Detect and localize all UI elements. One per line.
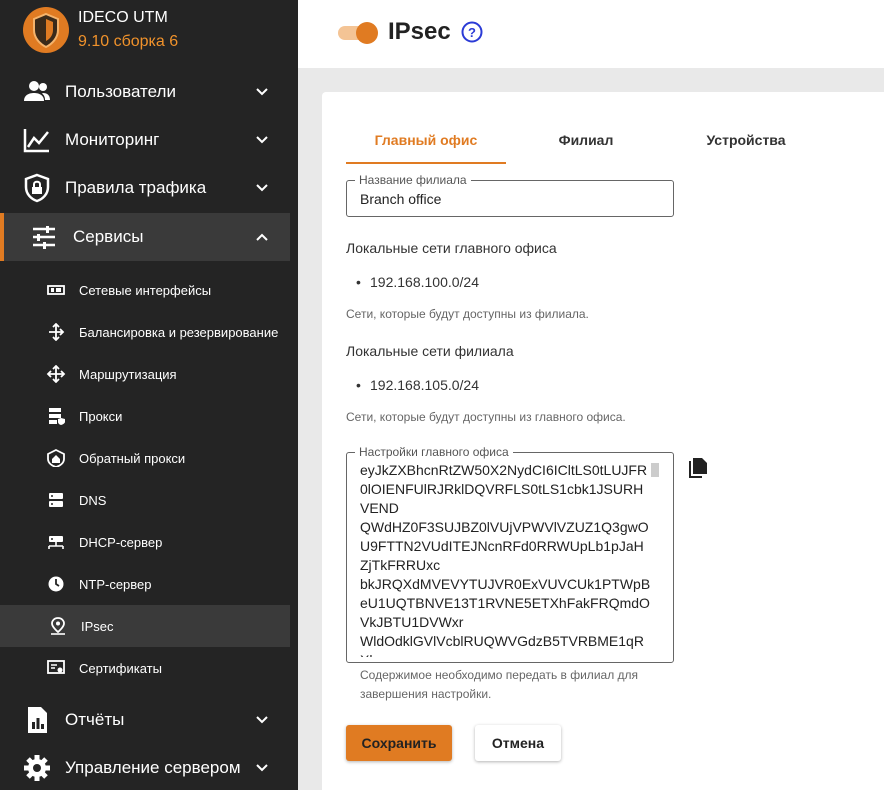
shield-logo-icon (23, 7, 69, 53)
dns-server-icon (49, 493, 63, 507)
nav-services[interactable]: Сервисы (0, 213, 290, 261)
clock-icon (48, 576, 64, 592)
branch-name-label: Название филиала (355, 173, 471, 187)
sub-reverse-proxy-label: Обратный прокси (79, 451, 186, 466)
nav-monitoring-label: Мониторинг (65, 130, 160, 149)
tab-main-office[interactable]: Главный офис (346, 132, 506, 164)
copy-icon[interactable] (687, 456, 709, 480)
tab-devices[interactable]: Устройства (666, 132, 826, 164)
sub-ipsec[interactable]: IPsec (0, 605, 290, 647)
chevron-up-icon (256, 233, 268, 241)
dhcp-network-icon (48, 536, 64, 549)
nav-traffic-rules-label: Правила трафика (65, 178, 207, 197)
sub-proxy-label: Прокси (79, 409, 123, 424)
nav-users[interactable]: Пользователи (0, 68, 290, 116)
branch-net-item: 192.168.105.0/24 (356, 377, 479, 393)
nav-users-label: Пользователи (65, 82, 176, 101)
nav-monitoring[interactable]: Мониторинг (0, 116, 290, 164)
sub-dns-label: DNS (79, 493, 107, 508)
balance-arrows-icon (49, 323, 65, 341)
sub-net-interfaces-label: Сетевые интерфейсы (79, 283, 212, 298)
sub-ipsec-label: IPsec (81, 619, 114, 634)
sub-ntp-label: NTP-сервер (79, 577, 152, 592)
sub-dns[interactable]: DNS (0, 479, 290, 521)
main-nets-hint: Сети, которые будут доступны из филиала. (346, 307, 589, 321)
gear-icon (24, 755, 50, 781)
chevron-down-icon (256, 184, 268, 192)
certificate-icon (47, 660, 65, 674)
branch-name-value: Branch office (360, 191, 442, 207)
nav-reports[interactable]: Отчёты (0, 696, 290, 744)
sub-routing[interactable]: Маршрутизация (0, 353, 290, 395)
settings-textarea[interactable]: eyJkZXBhcnRtZW50X2NydCI6ICltLS0tLUJFR0lO… (360, 461, 652, 657)
chevron-down-icon (256, 136, 268, 144)
server-shield-icon (49, 408, 65, 425)
chevron-down-icon (256, 764, 268, 772)
home-shield-icon (47, 449, 65, 467)
sub-dhcp-label: DHCP-сервер (79, 535, 163, 550)
ipsec-toggle[interactable] (338, 22, 378, 44)
sub-net-interfaces[interactable]: Сетевые интерфейсы (0, 269, 290, 311)
help-icon[interactable]: ? (461, 21, 483, 43)
tab-branch[interactable]: Филиал (506, 132, 666, 164)
branch-nets-title: Локальные сети филиала (346, 343, 514, 359)
location-pin-icon (51, 617, 65, 635)
page-title: IPsec (388, 18, 451, 45)
save-button[interactable]: Сохранить (346, 725, 452, 761)
chevron-down-icon (256, 88, 268, 96)
main-nets-title: Локальные сети главного офиса (346, 240, 557, 256)
sub-dhcp[interactable]: DHCP-сервер (0, 521, 290, 563)
sub-balancing[interactable]: Балансировка и резервирование (0, 311, 290, 353)
brand-name: IDECO UTM (78, 9, 168, 26)
chart-line-icon (23, 129, 49, 153)
brand-version: 9.10 сборка 6 (78, 33, 179, 50)
chevron-down-icon (256, 716, 268, 724)
nav-traffic-rules[interactable]: Правила трафика (0, 164, 290, 212)
nav-services-label: Сервисы (73, 227, 144, 246)
sub-balancing-label: Балансировка и резервирование (79, 325, 279, 340)
nav-server-mgmt[interactable]: Управление сервером (0, 744, 290, 790)
sub-reverse-proxy[interactable]: Обратный прокси (0, 437, 290, 479)
main-office-settings-field[interactable]: Настройки главного офиса eyJkZXBhcnRtZW5… (346, 445, 674, 663)
cancel-button[interactable]: Отмена (475, 725, 561, 761)
toggle-knob (356, 22, 378, 44)
svg-text:?: ? (468, 25, 476, 40)
settings-label: Настройки главного офиса (355, 445, 513, 459)
page-header: IPsec ? (298, 0, 884, 68)
textarea-scrollbar[interactable] (651, 463, 659, 477)
ipsec-card: Главный офис Филиал Устройства Название … (322, 92, 884, 790)
network-card-icon (47, 285, 65, 295)
users-icon (24, 81, 50, 101)
sub-routing-label: Маршрутизация (79, 367, 177, 382)
main-net-item: 192.168.100.0/24 (356, 274, 479, 290)
sub-proxy[interactable]: Прокси (0, 395, 290, 437)
nav-server-mgmt-label: Управление сервером (65, 758, 241, 777)
sidebar: IDECO UTM 9.10 сборка 6 Пользователи Мон… (0, 0, 298, 790)
report-icon (28, 707, 47, 733)
branch-name-field[interactable]: Название филиала Branch office (346, 173, 674, 217)
nav-reports-label: Отчёты (65, 710, 125, 729)
brand: IDECO UTM 9.10 сборка 6 (0, 0, 298, 64)
settings-note: Содержимое необходимо передать в филиал … (360, 668, 639, 701)
sub-ntp[interactable]: NTP-сервер (0, 563, 290, 605)
branch-nets-hint: Сети, которые будут доступны из главного… (346, 410, 626, 424)
shield-lock-icon (24, 173, 50, 203)
sub-certificates-label: Сертификаты (79, 661, 162, 676)
routing-arrows-icon (46, 365, 66, 383)
sub-certificates[interactable]: Сертификаты (0, 647, 290, 689)
sliders-icon (33, 226, 55, 249)
